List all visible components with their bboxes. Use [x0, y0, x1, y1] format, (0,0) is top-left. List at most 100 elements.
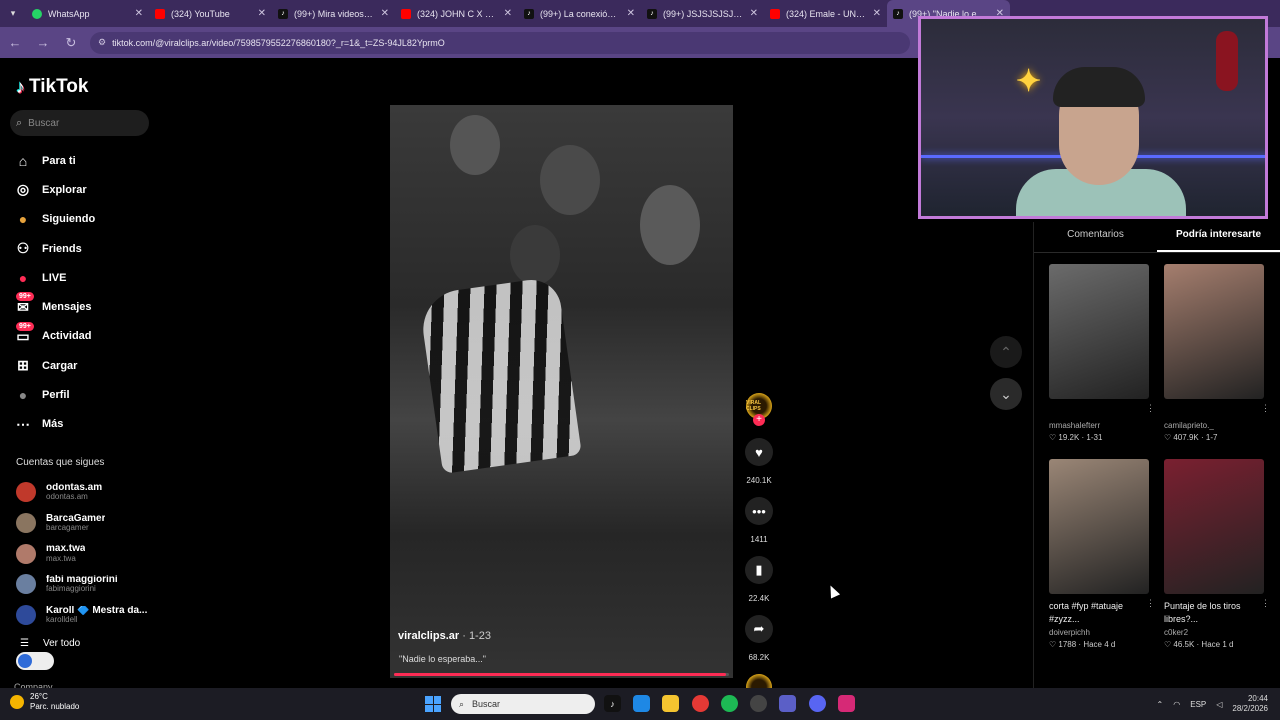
- video-thumbnail[interactable]: [1049, 459, 1149, 594]
- share-action[interactable]: ➦ 68.2K: [740, 615, 778, 662]
- video-player[interactable]: [390, 105, 733, 678]
- browser-tab[interactable]: WhatsApp ✕: [26, 0, 149, 27]
- comment-icon[interactable]: •••: [745, 497, 773, 525]
- tab-comments[interactable]: Comentarios: [1034, 222, 1157, 252]
- close-icon[interactable]: ✕: [873, 8, 881, 19]
- nav-item[interactable]: ✉ Mensajes 99+: [14, 292, 154, 321]
- bookmark-icon[interactable]: ▮: [745, 556, 773, 584]
- card-user[interactable]: c0ker2: [1164, 628, 1264, 637]
- discord-icon[interactable]: [809, 695, 826, 712]
- player-figure: [418, 276, 582, 474]
- nav-item[interactable]: ⋯ Más: [14, 410, 154, 439]
- tab-menu-chevron-icon[interactable]: ▾: [0, 0, 26, 27]
- like-action[interactable]: ♥ 240.1K: [740, 438, 778, 485]
- search-input[interactable]: ⌕ Buscar: [10, 110, 149, 136]
- browser-tab[interactable]: ♪ (99+) JSJSJSJSJSJSJS ✕: [641, 0, 764, 27]
- tab-recommended[interactable]: Podría interesarte: [1157, 222, 1280, 252]
- steam-icon[interactable]: [750, 695, 767, 712]
- video-card[interactable]: ⋮ corta #fyp #tatuaje #zyzz... doiverpic…: [1049, 459, 1155, 649]
- video-card[interactable]: ⋮ Puntaje de los tiros libres?... c0ker2…: [1164, 459, 1270, 650]
- more-options-icon[interactable]: ⋮: [1146, 598, 1155, 609]
- followed-account[interactable]: Karoll 🔷 Mestra da... karolldell: [16, 600, 156, 631]
- more-options-icon[interactable]: ⋮: [1261, 403, 1270, 414]
- nav-item[interactable]: ⚇ Friends: [14, 234, 154, 263]
- tiktok-logo[interactable]: ♪ TikTok: [16, 76, 88, 98]
- tab-title: (99+) JSJSJSJSJSJSJS: [663, 8, 744, 19]
- more-options-icon[interactable]: ⋮: [1146, 403, 1155, 414]
- url-field[interactable]: ⚙ tiktok.com/@viralclips.ar/video/759857…: [90, 31, 910, 54]
- video-thumbnail[interactable]: [1164, 264, 1264, 399]
- followed-account[interactable]: odontas.am odontas.am: [16, 477, 156, 508]
- video-card[interactable]: ⋮ mmashalefterr ♡ 19.2K · 1-31: [1049, 264, 1155, 442]
- instagram-icon[interactable]: [838, 695, 855, 712]
- save-action[interactable]: ▮ 22.4K: [740, 556, 778, 603]
- forward-arrow-icon[interactable]: →: [34, 35, 52, 50]
- see-all-label: Ver todo: [42, 638, 81, 649]
- lang-indicator[interactable]: ESP: [1190, 700, 1206, 709]
- next-video-button[interactable]: ⌄: [990, 378, 1022, 410]
- card-user[interactable]: camilaprieto._: [1164, 421, 1264, 430]
- followed-account[interactable]: BarcaGamer barcagamer: [16, 508, 156, 539]
- more-icon: ⋯: [16, 415, 30, 432]
- followed-account[interactable]: fabi maggiorini fabimaggiorini: [16, 569, 156, 600]
- video-thumbnail[interactable]: [1164, 459, 1264, 594]
- video-author[interactable]: viralclips.ar · 1-23: [398, 630, 491, 642]
- chevron-up-icon[interactable]: ⌃: [1157, 700, 1164, 709]
- file-explorer-icon[interactable]: [662, 695, 679, 712]
- close-icon[interactable]: ✕: [750, 8, 758, 19]
- card-user[interactable]: mmashalefterr: [1049, 421, 1149, 430]
- video-progress-bar[interactable]: [394, 673, 729, 676]
- close-icon[interactable]: ✕: [627, 8, 635, 19]
- browser-tab[interactable]: (324) YouTube ✕: [149, 0, 272, 27]
- see-all-link[interactable]: ☰ Ver todo: [20, 638, 80, 649]
- speaker-icon[interactable]: ◁: [1216, 700, 1222, 709]
- card-user[interactable]: doiverpichh: [1049, 628, 1149, 637]
- reload-icon[interactable]: ↻: [62, 35, 80, 51]
- more-options-icon[interactable]: ⋮: [1261, 598, 1270, 609]
- windows-start-icon[interactable]: [425, 696, 441, 712]
- comment-action[interactable]: ••• 1411: [740, 497, 778, 544]
- chrome-icon[interactable]: [692, 695, 709, 712]
- video-card[interactable]: ⋮ camilaprieto._ ♡ 407.9K · 1-7: [1164, 264, 1270, 442]
- taskbar-search[interactable]: ⌕ Buscar: [451, 694, 595, 714]
- nav-item[interactable]: ● Perfil: [14, 380, 154, 409]
- youtube-icon: [770, 8, 780, 19]
- close-icon[interactable]: ✕: [381, 8, 389, 19]
- card-likes: 46.5K: [1173, 640, 1195, 650]
- nav-label: Cargar: [42, 359, 78, 372]
- close-icon[interactable]: ✕: [258, 8, 266, 19]
- heart-icon[interactable]: ♥: [745, 438, 773, 466]
- share-icon[interactable]: ➦: [745, 615, 773, 643]
- browser-tab[interactable]: ♪ (99+) La conexión dir ✕: [518, 0, 641, 27]
- tiktok-app-icon[interactable]: ♪: [604, 695, 621, 712]
- nav-item[interactable]: ▭ Actividad 99+: [14, 321, 154, 351]
- edge-icon[interactable]: [633, 695, 650, 712]
- video-thumbnail[interactable]: [1049, 264, 1149, 399]
- previous-video-button[interactable]: ⌃: [990, 336, 1022, 368]
- weather-widget[interactable]: 26°C Parc. nublado: [10, 692, 79, 711]
- browser-tab[interactable]: ♪ (99+) Mira videos pop ✕: [272, 0, 395, 27]
- card-meta: ♡ 19.2K · 1-31: [1049, 433, 1103, 442]
- follow-plus-button[interactable]: +: [753, 414, 765, 426]
- close-icon[interactable]: ✕: [135, 8, 143, 19]
- browser-tab[interactable]: (324) Emale - UNAS P ✕: [764, 0, 887, 27]
- close-icon[interactable]: ✕: [504, 8, 512, 19]
- nav-item[interactable]: ● Siguiendo: [14, 205, 154, 234]
- nav-item[interactable]: ● LIVE: [14, 263, 154, 292]
- browser-tab[interactable]: (324) JOHN C X EZEQ ✕: [395, 0, 518, 27]
- nav-label: Friends: [42, 242, 82, 255]
- tabs-underline: [1034, 252, 1280, 253]
- teams-icon[interactable]: [779, 695, 796, 712]
- nav-item[interactable]: ⊞ Cargar: [14, 351, 154, 380]
- back-arrow-icon[interactable]: ←: [6, 35, 24, 50]
- site-info-icon[interactable]: ⚙: [98, 37, 106, 48]
- nav-item[interactable]: ◎ Explorar: [14, 175, 154, 204]
- author-name[interactable]: viralclips.ar: [398, 630, 459, 642]
- extension-toggle[interactable]: [16, 652, 54, 670]
- spotify-icon[interactable]: [721, 695, 738, 712]
- nav-item[interactable]: ⌂ Para ti: [14, 146, 154, 175]
- wifi-icon[interactable]: ◠: [1173, 700, 1180, 709]
- card-meta: ♡ 407.9K · 1-7: [1164, 433, 1218, 442]
- followed-account[interactable]: max.twa max.twa: [16, 538, 156, 569]
- clock[interactable]: 20:44 28/2/2026: [1232, 694, 1268, 715]
